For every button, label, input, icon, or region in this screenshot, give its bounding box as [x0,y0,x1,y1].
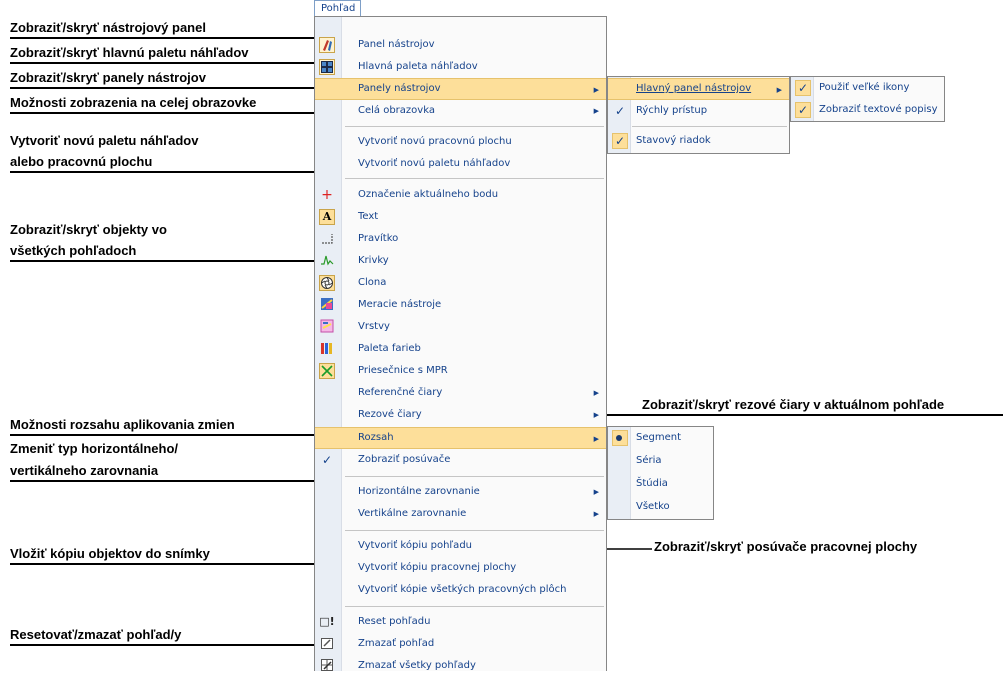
menu-item-layers[interactable]: Vrstvy [315,316,606,338]
submenu-scope: Segment Séria Štúdia Všetko [607,426,714,520]
submenu-arrow-icon: ▶ [593,488,599,496]
submenu-item-series[interactable]: Séria [608,450,713,472]
color-palette-icon [319,341,335,357]
menu-item-text[interactable]: A Text [315,206,606,228]
submenu-toolbars: Hlavný panel nástrojov ▶ ✓ Rýchly prístu… [607,76,790,154]
crosshair-icon: + [321,187,333,203]
menu-separator [345,476,604,477]
menu-item-slice-lines[interactable]: Rezové čiary ▶ [315,404,606,426]
menu-item-ruler[interactable]: Pravítko [315,228,606,250]
menu-item-vertical-align[interactable]: Vertikálne zarovnanie ▶ [315,503,606,525]
delete-all-views-icon [319,658,335,674]
submenu-item-status-bar[interactable]: ✓ Stavový riadok [608,130,789,152]
menu-separator [632,126,787,127]
intersection-icon [319,363,335,379]
menu-item-copy-workspace[interactable]: Vytvoriť kópiu pracovnej plochy [315,557,606,579]
reset-icon: □! [319,615,335,628]
submenu-item-study[interactable]: Štúdia [608,473,713,495]
submenu-item-all[interactable]: Všetko [608,496,713,518]
tools-icon [319,37,335,53]
submenu-arrow-icon: ▶ [593,411,599,419]
menu-item-copy-view[interactable]: Vytvoriť kópiu pohľadu [315,535,606,557]
menu-item-reset-view[interactable]: □! Reset pohľadu [315,611,606,633]
menu-item-measure-tools[interactable]: Meracie nástroje [315,294,606,316]
submenu-arrow-icon: ▶ [593,86,599,94]
menu-item-shutter[interactable]: Clona [315,272,606,294]
ruler-icon [319,231,335,247]
submenu-arrow-icon: ▶ [593,107,599,115]
submenu-arrow-icon: ▶ [593,510,599,518]
menu-item-delete-view[interactable]: Zmazať pohľad [315,633,606,655]
checkmark-icon: ✓ [321,453,333,467]
radio-dot [616,435,622,441]
submenu-item-large-icons[interactable]: ✓ Použiť veľké ikony [791,77,944,99]
checkmark-icon: ✓ [614,104,626,118]
menu-item-toolbar-panel[interactable]: Panel nástrojov [315,34,606,56]
view-menu: Panel nástrojov Hlavná paleta náhľadov P… [314,16,607,671]
menu-item-copy-all-workspaces[interactable]: Vytvoriť kópie všetkých pracovných plôch [315,579,606,601]
menu-item-delete-all-views[interactable]: Zmazať všetky pohľady [315,655,606,677]
menu-item-fullscreen[interactable]: Celá obrazovka ▶ [315,100,606,122]
text-icon: A [319,209,335,225]
menu-item-curves[interactable]: Krivky [315,250,606,272]
aperture-icon [319,275,335,291]
menu-view-tab[interactable]: Pohľad [314,0,361,17]
menu-separator [345,126,604,127]
curve-icon [319,253,335,269]
submenu-arrow-icon: ▶ [593,435,599,443]
submenu-item-quick-access[interactable]: ✓ Rýchly prístup [608,100,789,122]
menu-item-new-workspace[interactable]: Vytvoriť novú pracovnú plochu [315,131,606,153]
submenu-item-text-labels[interactable]: ✓ Zobraziť textové popisy [791,99,944,121]
delete-view-icon [319,636,335,652]
menu-item-toolbars[interactable]: Panely nástrojov ▶ [315,78,606,100]
menu-separator [345,178,604,179]
submenu-arrow-icon: ▶ [593,389,599,397]
menu-item-new-preview-palette[interactable]: Vytvoriť novú paletu náhľadov [315,153,606,175]
checkmark-icon: ✓ [795,80,811,96]
menu-item-main-preview-palette[interactable]: Hlavná paleta náhľadov [315,56,606,78]
submenu-item-main-toolbar[interactable]: Hlavný panel nástrojov ▶ [608,78,789,100]
menu-item-reference-lines[interactable]: Referenčné čiary ▶ [315,382,606,404]
submenu-arrow-icon: ▶ [776,86,782,94]
menu-item-show-scrollbars[interactable]: ✓ Zobraziť posúvače [315,449,606,471]
menu-item-current-point[interactable]: + Označenie aktuálneho bodu [315,184,606,206]
submenu-main-toolbar: ✓ Použiť veľké ikony ✓ Zobraziť textové … [790,76,945,122]
layers-icon [319,319,335,335]
menu-item-scope[interactable]: Rozsah ▶ [315,427,606,449]
menu-item-mpr-intersections[interactable]: Priesečnice s MPR [315,360,606,382]
menu-item-horizontal-align[interactable]: Horizontálne zarovnanie ▶ [315,481,606,503]
submenu-item-segment[interactable]: Segment [608,427,713,449]
menu-item-color-palette[interactable]: Paleta farieb [315,338,606,360]
checkmark-icon: ✓ [795,102,811,118]
checkmark-icon: ✓ [612,133,628,149]
menu-separator [345,606,604,607]
menu-separator [345,530,604,531]
palette-grid-icon [319,59,335,75]
measure-icon [319,297,335,313]
